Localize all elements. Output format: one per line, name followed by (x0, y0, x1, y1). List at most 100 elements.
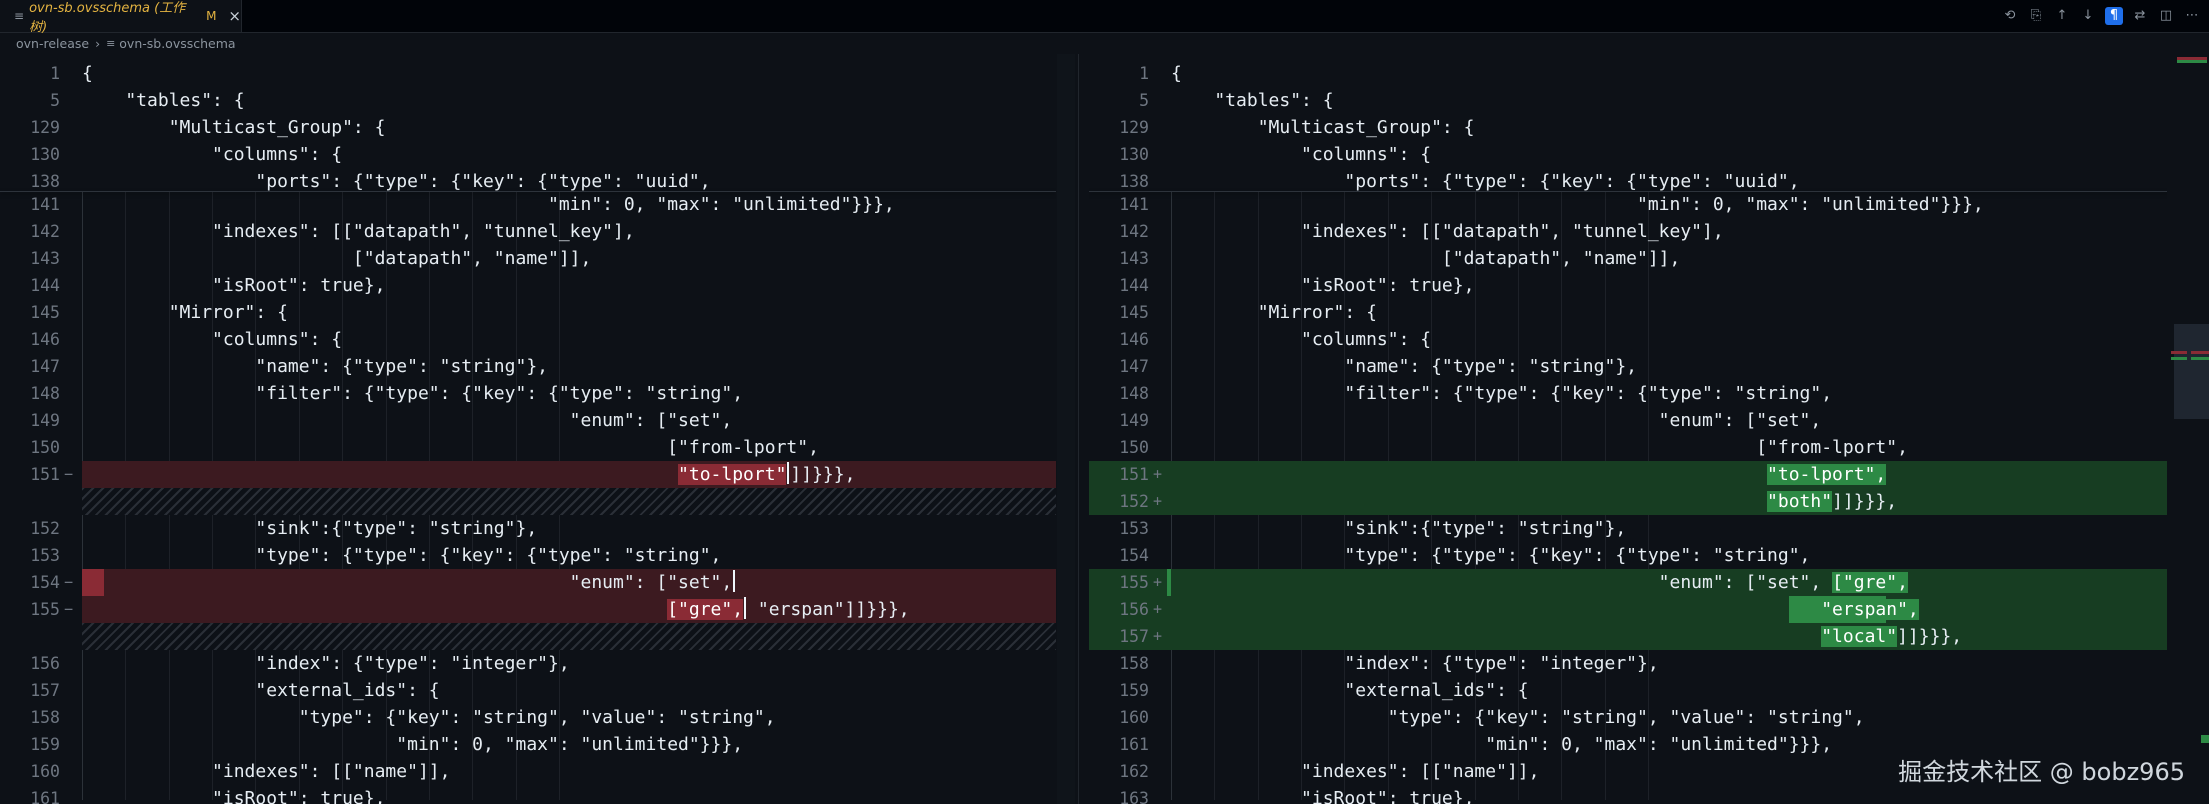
arrow-down-icon[interactable]: ↓ (2079, 7, 2097, 25)
code-line[interactable]: 141 "min": 0, "max": "unlimited"}}}, (1089, 191, 2178, 218)
code-line[interactable]: 145 "Mirror": { (0, 299, 1056, 326)
code-line[interactable]: 147 "name": {"type": "string"}, (0, 353, 1056, 380)
code-line[interactable]: 146 "columns": { (0, 326, 1056, 353)
arrow-up-icon[interactable]: ↑ (2053, 7, 2071, 25)
code-line[interactable]: 144 "isRoot": true}, (1089, 272, 2178, 299)
code-line[interactable]: 1{ (0, 60, 1056, 87)
line-number: 159 (30, 735, 60, 754)
code-line[interactable]: 5 "tables": { (1089, 87, 2178, 114)
inserted-line[interactable]: 156 + "erspan", (1089, 596, 2178, 623)
breadcrumb-file[interactable]: ovn-sb.ovsschema (119, 36, 235, 51)
code-text: "type": {"type": {"key": {"type": "strin… (1171, 545, 1811, 566)
timeline-icon[interactable]: ⟲ (2001, 7, 2019, 25)
code-line[interactable]: 147 "name": {"type": "string"}, (1089, 353, 2178, 380)
code-line[interactable]: 129 "Multicast_Group": { (1089, 114, 2178, 141)
line-number: 147 (30, 357, 60, 376)
line-number: 141 (1119, 195, 1149, 214)
inserted-line[interactable]: 155 + "enum": ["set", ["gre", (1089, 569, 2178, 596)
deleted-line[interactable]: 154− "enum": ["set", (30, 569, 1056, 596)
open-file-icon[interactable]: ⎘ (2027, 7, 2045, 25)
editor-tab[interactable]: ≡ ovn-sb.ovsschema (工作树) M × (0, 0, 242, 35)
line-number: 153 (1119, 519, 1149, 538)
whitespace-icon[interactable]: ¶ (2105, 7, 2123, 25)
code-line[interactable]: 149 "enum": ["set", (0, 407, 1056, 434)
code-text: "indexes": [["name"]], (1171, 761, 1540, 782)
split-editor-icon[interactable]: ◫ (2157, 7, 2175, 25)
code-line[interactable]: 145 "Mirror": { (1089, 299, 2178, 326)
code-line[interactable]: 159 "external_ids": { (1089, 677, 2178, 704)
code-line[interactable]: 160 "type": {"key": "string", "value": "… (1089, 704, 2178, 731)
deleted-line[interactable]: 151− "to-lport"]]}}}, (30, 461, 1056, 488)
line-number: 153 (30, 546, 60, 565)
code-line[interactable]: 154 "type": {"type": {"key": {"type": "s… (1089, 542, 2178, 569)
code-line[interactable]: 152 "sink":{"type": "string"}, (0, 515, 1056, 542)
code-text: "enum": ["set", (1171, 410, 1822, 431)
line-number: 157 (1119, 627, 1149, 646)
line-number: 145 (30, 303, 60, 322)
diff-modified-pane[interactable]: 1{5 "tables": {129 "Multicast_Group": {1… (1089, 54, 2178, 804)
code-line[interactable]: 163 "isRoot": true}, (1089, 785, 2178, 804)
line-number: 151 (1119, 465, 1149, 484)
code-line[interactable]: 157 "external_ids": { (0, 677, 1056, 704)
deleted-line[interactable]: 155− ["gre", "erspan"]]}}}, (30, 596, 1056, 623)
code-unchanged (1171, 599, 1821, 620)
code-unchanged (1171, 626, 1821, 647)
plus-icon: + (1153, 573, 1163, 591)
code-unchanged: "enum": ["set", (82, 572, 733, 593)
code-line[interactable]: 159 "min": 0, "max": "unlimited"}}}, (0, 731, 1056, 758)
code-line[interactable]: 141 "min": 0, "max": "unlimited"}}}, (0, 191, 1056, 218)
code-line[interactable]: 148 "filter": {"type": {"key": {"type": … (0, 380, 1056, 407)
line-number: 5 (1139, 91, 1149, 110)
diff-divider[interactable] (1078, 54, 1079, 804)
code-line[interactable]: 143 ["datapath", "name"]], (0, 245, 1056, 272)
compare-icon[interactable]: ⇄ (2131, 7, 2149, 25)
overview-insertion-marker (2191, 357, 2209, 360)
line-number: 154 (30, 573, 60, 592)
sticky-scroll-shadow (1089, 191, 2178, 192)
code-text: "Multicast_Group": { (1171, 117, 1475, 138)
code-text: "indexes": [["name"]], (82, 761, 451, 782)
minimap-slider[interactable] (2174, 324, 2209, 419)
line-number: 150 (1119, 438, 1149, 457)
code-line[interactable]: 142 "indexes": [["datapath", "tunnel_key… (1089, 218, 2178, 245)
breadcrumb-folder[interactable]: ovn-release (16, 36, 89, 51)
code-line[interactable]: 161 "isRoot": true}, (0, 785, 1056, 804)
code-line[interactable]: 5 "tables": { (0, 87, 1056, 114)
code-line[interactable]: 153 "sink":{"type": "string"}, (1089, 515, 2178, 542)
code-line[interactable]: 156 "index": {"type": "integer"}, (0, 650, 1056, 677)
code-line[interactable]: 143 ["datapath", "name"]], (1089, 245, 2178, 272)
code-line[interactable]: 150 ["from-lport", (1089, 434, 2178, 461)
code-line[interactable]: 146 "columns": { (1089, 326, 2178, 353)
close-icon[interactable]: × (228, 7, 241, 25)
code-line[interactable]: 144 "isRoot": true}, (0, 272, 1056, 299)
code-line[interactable]: 130 "columns": { (1089, 141, 2178, 168)
code-line[interactable]: 158 "index": {"type": "integer"}, (1089, 650, 2178, 677)
diff-original-pane[interactable]: 1{5 "tables": {129 "Multicast_Group": {1… (0, 54, 1056, 804)
more-icon[interactable]: ⋯ (2183, 7, 2201, 25)
code-line[interactable]: 130 "columns": { (0, 141, 1056, 168)
line-number: 151 (30, 465, 60, 484)
overview-insertion-marker (2201, 735, 2209, 743)
code-line[interactable]: 148 "filter": {"type": {"key": {"type": … (1089, 380, 2178, 407)
code-line[interactable]: 150 ["from-lport", (0, 434, 1056, 461)
inserted-line[interactable]: 151 + "to-lport", (1089, 461, 2178, 488)
code-line[interactable]: 149 "enum": ["set", (1089, 407, 2178, 434)
line-number: 1 (1139, 64, 1149, 83)
overview-ruler[interactable] (2167, 54, 2209, 804)
code-line[interactable]: 158 "type": {"key": "string", "value": "… (0, 704, 1056, 731)
line-number: 144 (1119, 276, 1149, 295)
code-line[interactable]: 129 "Multicast_Group": { (0, 114, 1056, 141)
code-line[interactable]: 160 "indexes": [["name"]], (0, 758, 1056, 785)
minus-icon: − (64, 600, 74, 618)
code-line[interactable]: 142 "indexes": [["datapath", "tunnel_key… (0, 218, 1056, 245)
code-text: "enum": ["set", (82, 569, 736, 596)
line-number: 149 (30, 411, 60, 430)
line-number: 155 (1119, 573, 1149, 592)
left-scrollbar[interactable] (1057, 54, 1075, 804)
inserted-line[interactable]: 157 + "local"]]}}}, (1089, 623, 2178, 650)
code-line[interactable]: 153 "type": {"type": {"key": {"type": "s… (0, 542, 1056, 569)
code-text: "type": {"key": "string", "value": "stri… (1171, 707, 1865, 728)
code-line[interactable]: 1{ (1089, 60, 2178, 87)
minus-icon: − (64, 573, 74, 591)
inserted-line[interactable]: 152 + "both"]]}}}, (1089, 488, 2178, 515)
